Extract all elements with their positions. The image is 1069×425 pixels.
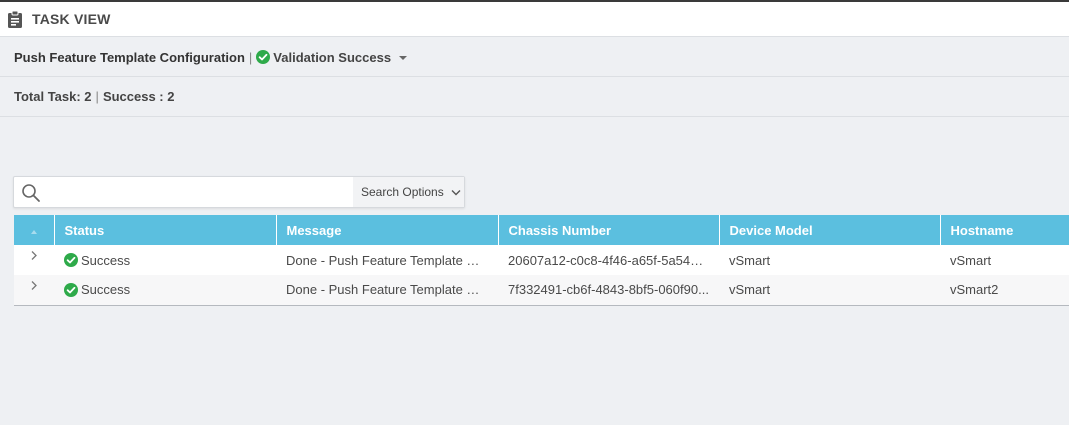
summary-separator: | xyxy=(95,89,99,104)
check-circle-icon xyxy=(64,282,78,297)
row-expand-toggle[interactable] xyxy=(14,275,54,306)
success-count: Success : 2 xyxy=(102,89,175,104)
expand-column-header xyxy=(14,215,55,245)
chassis-number-cell: 7f332491-cb6f-4843-8bf5-060f90... xyxy=(498,275,719,306)
validation-status: Validation Success xyxy=(273,49,392,65)
column-header-device-model[interactable]: Device Model xyxy=(719,215,941,245)
search-input[interactable] xyxy=(48,180,353,204)
device-model-cell: vSmart xyxy=(719,275,940,306)
chassis-number-cell: 20607a12-c0c8-4f46-a65f-5a547c... xyxy=(498,245,719,275)
column-header-message[interactable]: Message xyxy=(276,215,499,245)
row-expand-toggle[interactable] xyxy=(14,245,54,275)
check-circle-icon xyxy=(256,50,271,64)
table-header-row: Status Message Chassis Number Device Mod… xyxy=(14,215,1069,245)
hostname-cell: vSmart xyxy=(940,245,1069,275)
page-title: TASK VIEW xyxy=(32,11,111,27)
status-text: Success xyxy=(81,282,131,298)
search-options-button[interactable]: Search Options xyxy=(353,177,464,207)
status-cell: Success xyxy=(54,245,276,275)
device-model-cell: vSmart xyxy=(719,245,940,275)
table-row[interactable]: Success Done - Push Feature Template Con… xyxy=(14,245,1069,275)
message-cell: Done - Push Feature Template Con... xyxy=(276,275,498,306)
search-options-label: Search Options xyxy=(361,185,444,199)
clipboard-icon xyxy=(8,10,22,28)
task-name: Push Feature Template Configuration xyxy=(14,49,245,65)
status-text: Success xyxy=(81,252,131,268)
status-cell: Success xyxy=(54,275,276,306)
search-icon xyxy=(22,184,40,202)
sort-indicator-icon xyxy=(30,229,37,234)
total-task-count: Total Task: 2 xyxy=(14,89,92,104)
chevron-right-icon xyxy=(31,281,37,290)
column-header-hostname[interactable]: Hostname xyxy=(940,215,1069,245)
task-summary-bar: Total Task: 2 | Success : 2 xyxy=(0,77,1069,117)
table-row[interactable]: Success Done - Push Feature Template Con… xyxy=(14,275,1069,306)
task-info-bar: Push Feature Template Configuration | Va… xyxy=(0,38,1069,77)
chevron-down-icon xyxy=(451,189,461,195)
validation-dropdown-caret-icon[interactable] xyxy=(399,55,408,60)
task-table: Status Message Chassis Number Device Mod… xyxy=(14,215,1069,306)
check-circle-icon xyxy=(64,253,78,267)
search-bar: Search Options xyxy=(13,176,465,208)
column-header-status[interactable]: Status xyxy=(54,215,277,245)
hostname-cell: vSmart2 xyxy=(940,275,1069,306)
task-separator: | xyxy=(248,49,253,65)
column-header-chassis-number[interactable]: Chassis Number xyxy=(498,215,720,245)
task-view-header: TASK VIEW xyxy=(0,2,1069,37)
chevron-right-icon xyxy=(31,251,37,260)
message-cell: Done - Push Feature Template Con... xyxy=(276,245,498,275)
